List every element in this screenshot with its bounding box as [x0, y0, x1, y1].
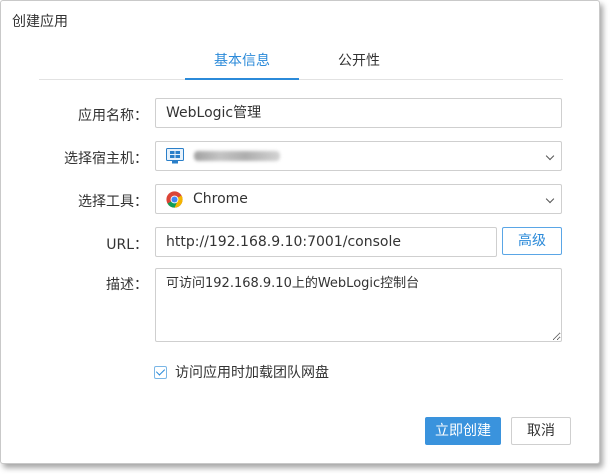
create-app-dialog: 创建应用 基本信息 公开性 应用名称： WebLogic管理 选择宿主机： 选择…	[0, 0, 600, 464]
mount-disk-option[interactable]: 访问应用时加载团队网盘	[154, 362, 329, 382]
description-label: 描述：	[106, 277, 148, 293]
chrome-icon	[166, 190, 183, 208]
tab-publicity[interactable]: 公开性	[309, 47, 409, 80]
host-label: 选择宿主机：	[64, 151, 148, 167]
url-label: URL：	[106, 237, 148, 253]
create-button[interactable]: 立即创建	[425, 417, 501, 445]
description-textarea[interactable]: 可访问192.168.9.10上的WebLogic控制台	[155, 268, 562, 342]
url-input[interactable]: http://192.168.9.10:7001/console	[155, 227, 497, 257]
cancel-button[interactable]: 取消	[511, 417, 571, 445]
windows-monitor-icon	[166, 148, 184, 164]
tool-value: Chrome	[193, 191, 248, 207]
advanced-button[interactable]: 高级	[502, 227, 562, 255]
host-select[interactable]	[155, 141, 562, 171]
tool-select[interactable]: Chrome	[155, 184, 562, 214]
mount-disk-label: 访问应用时加载团队网盘	[175, 365, 329, 381]
app-name-label: 应用名称：	[78, 108, 148, 124]
tool-label: 选择工具：	[78, 194, 148, 210]
tab-basic-info[interactable]: 基本信息	[185, 47, 299, 80]
dialog-title: 创建应用	[12, 14, 68, 30]
app-name-input[interactable]: WebLogic管理	[155, 98, 562, 128]
tab-bar: 基本信息 公开性	[39, 47, 563, 80]
mount-disk-checkbox[interactable]	[154, 365, 167, 379]
host-value-obscured	[194, 151, 280, 161]
